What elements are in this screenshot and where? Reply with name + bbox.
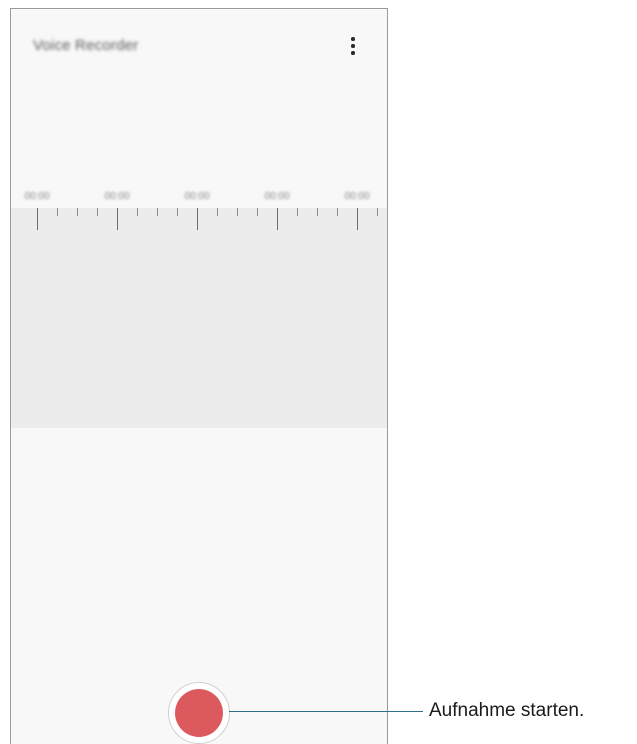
ruler-tick [257,208,258,216]
waveform-area [11,208,387,428]
ruler-tick [117,208,118,230]
time-label: 00:00 [24,191,50,202]
ruler-tick [77,208,78,216]
ruler-tick [297,208,298,216]
phone-screen: Voice Recorder 00:00 00:00 00:00 00:00 0… [10,8,388,744]
ruler-tick [37,208,38,230]
ruler-tick [177,208,178,216]
callout-line [229,711,423,712]
ruler-tick [317,208,318,216]
ruler-tick [57,208,58,216]
time-label: 00:00 [184,191,210,202]
time-label: 00:00 [104,191,130,202]
time-label: 00:00 [344,191,370,202]
ruler-tick [217,208,218,216]
ruler-tick [157,208,158,216]
ruler-tick [237,208,238,216]
ruler-tick [337,208,338,216]
record-icon [175,689,223,737]
time-label: 00:00 [264,191,290,202]
ruler-tick [377,208,378,216]
callout-label: Aufnahme starten. [429,700,585,721]
record-button[interactable] [168,682,230,744]
ruler-tick [137,208,138,216]
ruler-tick [197,208,198,230]
ruler-tick [357,208,358,230]
ruler-tick [97,208,98,216]
ruler-tick [277,208,278,230]
